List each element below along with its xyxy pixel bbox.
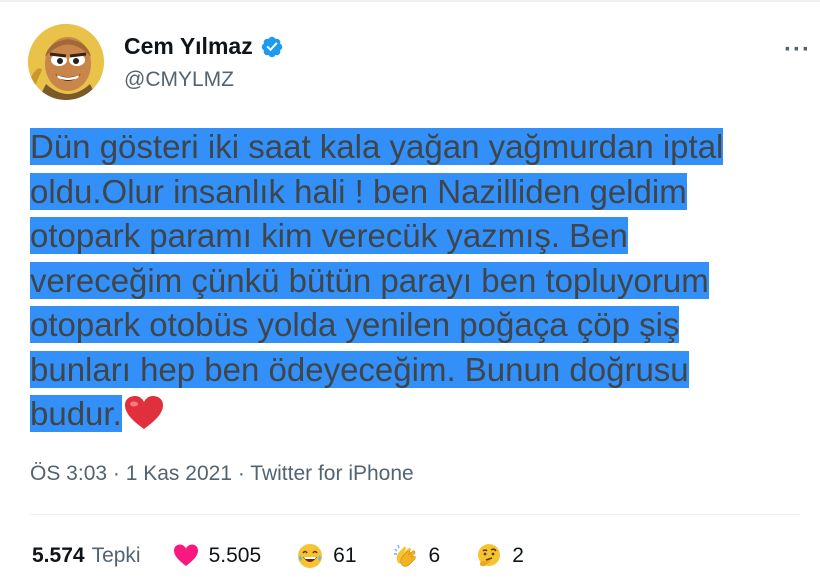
author-name-row: Cem Yılmaz — [124, 33, 284, 60]
reaction-count: 61 — [333, 544, 357, 567]
reaction-count: 5.505 — [208, 544, 262, 567]
meta-separator: · — [107, 462, 126, 485]
reaction-laughing[interactable]: 61 — [297, 543, 357, 569]
more-options-button[interactable]: ··· — [784, 36, 811, 64]
reaction-count: 6 — [428, 544, 441, 567]
meta-separator: · — [232, 462, 251, 485]
reaction-total-count[interactable]: 5.574 — [32, 544, 85, 568]
reaction-heart[interactable]: 5.505 — [173, 543, 262, 569]
tweet-line: Dün gösteri iki saat kala yağan yağmurda… — [30, 128, 724, 165]
cartoon-avatar-icon — [28, 24, 104, 100]
reaction-thinking[interactable]: 2 — [476, 543, 524, 569]
laughing-emoji-icon — [298, 544, 323, 568]
tweet-date[interactable]: 1 Kas 2021 — [126, 462, 232, 485]
tweet-line: vereceğim çünkü bütün parayı ben topluyo… — [30, 261, 709, 299]
avatar[interactable] — [28, 24, 104, 100]
tweet-line: budur. — [30, 395, 122, 432]
reaction-count: 2 — [512, 544, 524, 567]
thinking-emoji-icon — [478, 544, 501, 567]
tweet-line: otopark otobüs yolda yenilen poğaça çöp … — [30, 306, 680, 343]
divider — [30, 514, 800, 515]
red-heart-emoji-icon — [124, 396, 163, 429]
verified-badge-icon — [261, 36, 282, 57]
author-handle[interactable]: @CMYLMZ — [124, 68, 234, 92]
heart-icon — [173, 544, 198, 566]
author-display-name[interactable]: Cem Yılmaz — [124, 33, 253, 60]
tweet-time[interactable]: ÖS 3:03 — [30, 462, 107, 485]
reaction-clapping[interactable]: 6 — [393, 543, 441, 569]
tweet-text: Dün gösteri iki saat kala yağan yağmurda… — [30, 125, 805, 437]
tweet-meta: ÖS 3:03 · 1 Kas 2021 · Twitter for iPhon… — [30, 462, 414, 486]
reaction-total-label: Tepki — [91, 544, 141, 567]
reactions-bar: 5.574 Tepki 5.505 61 6 2 — [32, 543, 524, 569]
top-border — [0, 0, 820, 2]
tweet-line: bunları hep ben ödeyeceğim. Bunun doğrus… — [30, 350, 689, 388]
tweet-line: oldu.Olur insanlık hali ! ben Nazilliden… — [30, 172, 687, 210]
tweet-line: otopark paramı kim verecük yazmış. Ben — [30, 217, 628, 254]
tweet-source[interactable]: Twitter for iPhone — [250, 462, 413, 485]
clapping-hands-icon — [393, 544, 416, 567]
